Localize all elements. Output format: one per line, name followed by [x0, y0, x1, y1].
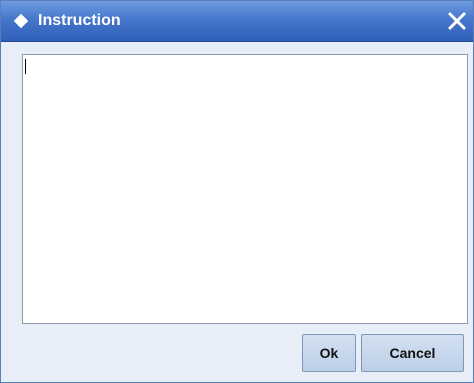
instruction-textarea[interactable] [23, 55, 467, 323]
dialog-titlebar[interactable]: Instruction [1, 1, 473, 42]
text-caret [25, 59, 26, 74]
instruction-dialog: Instruction Ok Cancel [0, 0, 474, 383]
ok-button[interactable]: Ok [302, 334, 356, 372]
dialog-title: Instruction [38, 12, 121, 29]
cancel-button[interactable]: Cancel [361, 334, 464, 372]
instruction-field-container [22, 54, 468, 324]
diamond-icon [13, 13, 29, 29]
close-icon[interactable] [445, 9, 469, 33]
